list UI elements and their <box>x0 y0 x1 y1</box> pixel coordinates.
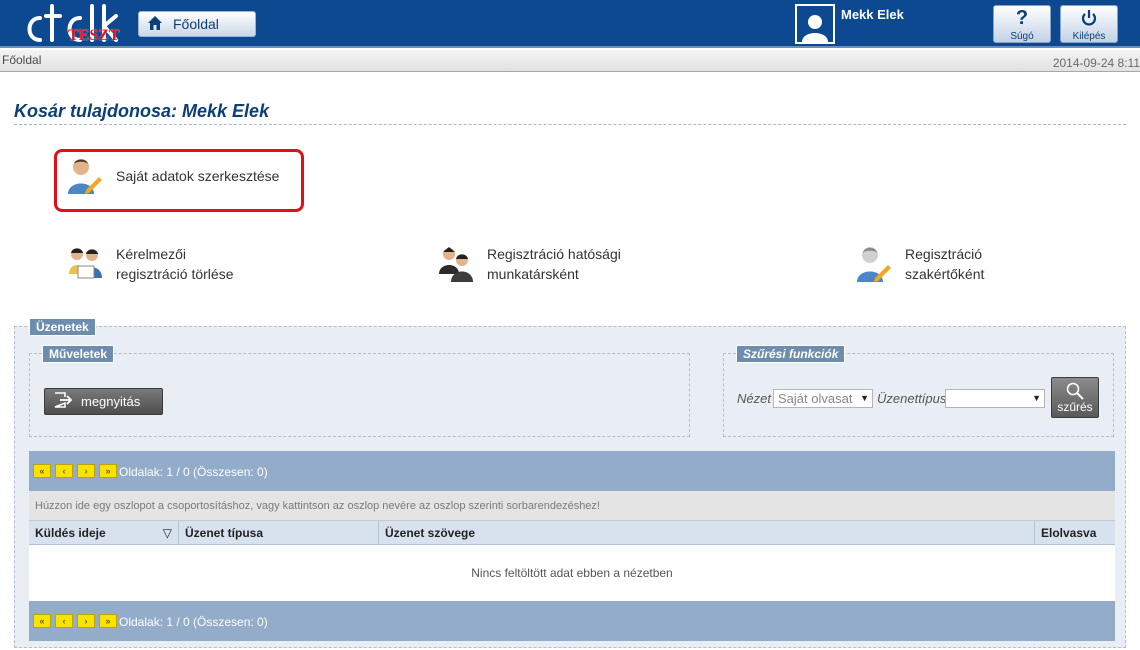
column-read[interactable]: Elolvasva <box>1035 521 1115 545</box>
view-select[interactable]: Saját olvasat ▼ <box>773 389 873 408</box>
column-read-label: Elolvasva <box>1041 526 1097 540</box>
column-message-text-label: Üzenet szövege <box>385 526 476 540</box>
app-header: TESZT Főoldal Mekk Elek ? Súgó Kilépés <box>0 0 1140 48</box>
register-official-label-line1: Regisztráció hatósági <box>487 246 621 262</box>
power-icon <box>1061 6 1117 28</box>
home-button[interactable]: Főoldal <box>138 11 256 37</box>
register-expert-label-line2: szakértőként <box>905 266 985 282</box>
column-sent-time[interactable]: Küldés ideje ▽ <box>29 521 179 545</box>
register-official-link[interactable]: Regisztráció hatósági munkatársként <box>437 244 621 284</box>
empty-grid-message: Nincs feltöltött adat ebben a nézetben <box>471 566 673 580</box>
grid-pager-bottom: « ‹ › » Oldalak: 1 / 0 (Összesen: 0) <box>29 601 1115 641</box>
grid-body: Nincs feltöltött adat ebben a nézetben <box>29 545 1115 601</box>
open-button[interactable]: megnyitás <box>44 388 163 415</box>
help-button-label: Súgó <box>1010 31 1034 42</box>
sort-icon: ▽ <box>162 526 172 540</box>
message-type-select[interactable]: ▼ <box>945 389 1045 408</box>
message-type-label: Üzenettípus <box>877 391 947 406</box>
chevron-down-icon: ▼ <box>1032 393 1041 403</box>
filter-group: Szűrési funkciók Nézet Saját olvasat ▼ Ü… <box>723 345 1114 437</box>
register-expert-label-line1: Regisztráció <box>905 246 983 262</box>
group-by-hint[interactable]: Húzzon ide egy oszlopot a csoportosításh… <box>29 491 1115 521</box>
help-button[interactable]: ? Súgó <box>993 5 1051 43</box>
search-button-label: szűrés <box>1057 400 1093 414</box>
grid-pager-top: « ‹ › » Oldalak: 1 / 0 (Összesen: 0) <box>29 451 1115 491</box>
user-avatar-icon <box>795 4 835 44</box>
page-title: Kosár tulajdonosa: Mekk Elek <box>14 101 270 121</box>
view-select-value: Saját olvasat <box>778 391 853 406</box>
pager-info: Oldalak: 1 / 0 (Összesen: 0) <box>119 615 268 629</box>
last-page-button[interactable]: » <box>99 464 117 478</box>
next-page-button[interactable]: › <box>77 614 95 628</box>
prev-page-button[interactable]: ‹ <box>55 614 73 628</box>
chevron-down-icon: ▼ <box>860 393 869 403</box>
view-label: Nézet <box>737 391 771 406</box>
column-message-text[interactable]: Üzenet szövege <box>379 521 1035 545</box>
column-sent-time-label: Küldés ideje <box>35 526 106 540</box>
server-timestamp: 2014-09-24 8:11 <box>1052 56 1140 70</box>
home-button-label: Főoldal <box>173 16 219 32</box>
first-page-button[interactable]: « <box>33 614 51 628</box>
search-button[interactable]: szűrés <box>1051 377 1099 418</box>
filter-legend: Szűrési funkciók <box>736 345 846 363</box>
edit-own-data-label: Saját adatok szerkesztése <box>116 168 280 184</box>
first-page-button[interactable]: « <box>33 464 51 478</box>
operations-legend: Műveletek <box>42 345 115 363</box>
open-button-label: megnyitás <box>81 394 141 409</box>
edit-own-data-link[interactable]: Saját adatok szerkesztése <box>66 156 279 196</box>
register-official-label-line2: munkatársként <box>487 266 579 282</box>
test-badge: TESZT <box>68 27 120 44</box>
messages-panel: Üzenetek Műveletek megnyitás Szűrési fun… <box>14 318 1126 648</box>
delete-registration-label-line2: regisztráció törlése <box>116 266 234 282</box>
expert-user-icon <box>855 244 891 284</box>
logout-button-label: Kilépés <box>1072 31 1106 42</box>
column-message-type-label: Üzenet típusa <box>185 526 264 540</box>
user-block[interactable]: Mekk Elek <box>795 4 904 44</box>
breadcrumb: Főoldal 2014-09-24 8:11 <box>0 50 1140 72</box>
grid-header: Küldés ideje ▽ Üzenet típusa Üzenet szöv… <box>29 521 1115 545</box>
official-users-icon <box>437 244 473 284</box>
user-name: Mekk Elek <box>841 7 904 22</box>
messages-legend: Üzenetek <box>29 318 96 336</box>
next-page-button[interactable]: › <box>77 464 95 478</box>
operations-group: Műveletek megnyitás <box>29 345 690 437</box>
last-page-button[interactable]: » <box>99 614 117 628</box>
delete-registration-link[interactable]: Kérelmezői regisztráció törlése <box>66 244 234 284</box>
breadcrumb-path[interactable]: Főoldal <box>2 53 41 67</box>
column-message-type[interactable]: Üzenet típusa <box>179 521 379 545</box>
home-icon <box>147 15 163 34</box>
register-expert-link[interactable]: Regisztráció szakértőként <box>855 244 984 284</box>
search-icon <box>1052 378 1098 400</box>
delete-registration-label-line1: Kérelmezői <box>116 246 187 262</box>
pager-info: Oldalak: 1 / 0 (Összesen: 0) <box>119 465 268 479</box>
title-divider <box>14 124 1126 125</box>
logout-button[interactable]: Kilépés <box>1060 5 1118 43</box>
people-delete-icon <box>66 244 102 284</box>
app-logo[interactable]: TESZT <box>22 0 122 46</box>
user-edit-icon <box>66 156 102 196</box>
question-mark-icon: ? <box>1015 7 1029 29</box>
open-document-icon <box>53 391 73 412</box>
prev-page-button[interactable]: ‹ <box>55 464 73 478</box>
